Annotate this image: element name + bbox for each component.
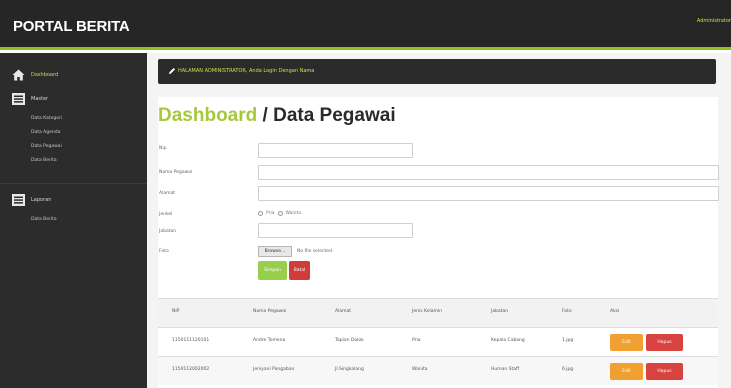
table-header-cell: NIP	[172, 309, 180, 314]
file-status: No file selected.	[297, 249, 334, 254]
table-header-cell: Aksi	[610, 309, 620, 314]
sidebar-subitem-data-kategori[interactable]: Data Kategori	[31, 116, 62, 121]
table-row: 1150112002002 Jeniyani Pangaban Jl.Singk…	[158, 356, 718, 385]
batal-button[interactable]: Batal	[289, 261, 310, 280]
sidebar-item-laporan[interactable]: Laporan	[0, 190, 147, 210]
table-cell: 1150111120101	[172, 338, 210, 343]
table-cell: Wanita	[412, 367, 428, 372]
browse-button[interactable]: Browse...	[258, 246, 292, 257]
radio-pria[interactable]	[258, 211, 263, 216]
table-cell: 1.jpg	[562, 338, 574, 343]
table-cell: Tapian Dolok	[335, 338, 364, 343]
sidebar-item-label: Dashboard	[31, 72, 59, 78]
table-header-cell: Jabatan	[491, 309, 509, 314]
table-header-cell: Nama Pegawai	[253, 309, 287, 314]
table-header-row: NIP Nama Pegawai Alamat Jenis Kelamin Ja…	[158, 298, 718, 327]
sidebar-item-master[interactable]: Master	[0, 89, 147, 109]
pegawai-table: NIP Nama Pegawai Alamat Jenis Kelamin Ja…	[158, 298, 718, 386]
breadcrumb-separator: /	[257, 105, 274, 126]
page-title: Dashboard / Data Pegawai	[158, 105, 396, 127]
jabatan-input[interactable]	[258, 223, 413, 238]
radio-wanita-label: Wanita	[285, 211, 302, 216]
label-nama-pegawai: Nama Pegawai	[159, 170, 193, 175]
label-jenkel: Jenkel	[159, 212, 173, 217]
label-jabatan: Jabatan	[159, 229, 177, 234]
sidebar-item-dashboard[interactable]: Dashboard	[0, 65, 147, 85]
sidebar-subitem-data-berita[interactable]: Data Berita	[31, 158, 57, 163]
sidebar-item-label: Laporan	[31, 197, 52, 203]
main-content: HALAMAN ADMINISTRATOR, Anda Login Dengan…	[147, 53, 731, 388]
sidebar-divider	[0, 183, 147, 184]
radio-wanita[interactable]	[277, 211, 283, 216]
sidebar-subitem-data-agenda[interactable]: Data Agenda	[31, 130, 60, 135]
admin-alert: HALAMAN ADMINISTRATOR, Anda Login Dengan…	[158, 59, 716, 84]
delete-button[interactable]: Hapus	[646, 334, 683, 351]
table-header-cell: Jenis Kelamin	[412, 309, 442, 314]
list-icon	[12, 194, 25, 206]
table-cell: 1150112002002	[172, 367, 210, 372]
sidebar-item-label: Master	[31, 96, 49, 102]
home-icon	[12, 69, 25, 81]
sidebar: Dashboard Master Data Kategori Data Agen…	[0, 53, 147, 388]
label-alamat: Alamat	[159, 191, 175, 196]
nama-pegawai-input[interactable]	[258, 165, 719, 180]
simpan-button[interactable]: Simpan	[258, 261, 287, 280]
nip-input[interactable]	[258, 143, 413, 158]
breadcrumb-dashboard-link[interactable]: Dashboard	[158, 105, 257, 126]
table-header-cell: Alamat	[335, 309, 351, 314]
table-cell: Human Staff	[491, 367, 520, 372]
breadcrumb-current: Data Pegawai	[273, 105, 396, 126]
sidebar-subitem-laporan-berita[interactable]: Data Berita	[31, 217, 57, 222]
edit-button[interactable]: Edit	[610, 334, 643, 351]
radio-pria-label: Pria	[266, 211, 275, 216]
delete-button[interactable]: Hapus	[646, 363, 683, 380]
sidebar-subitem-data-pegawai[interactable]: Data Pegawai	[31, 144, 62, 149]
edit-button[interactable]: Edit	[610, 363, 643, 380]
table-cell: Andre Tomena	[253, 338, 286, 343]
alert-text: HALAMAN ADMINISTRATOR, Anda Login Dengan…	[178, 68, 315, 74]
table-cell: Jl.Singkalang	[335, 367, 364, 372]
label-foto: Foto	[159, 249, 169, 254]
top-navbar: PORTAL BERITA Administrator	[0, 0, 731, 50]
user-menu[interactable]: Administrator	[697, 18, 731, 24]
table-cell: Jeniyani Pangaban	[253, 367, 295, 372]
brand-title[interactable]: PORTAL BERITA	[13, 18, 130, 35]
jenkel-radio-group: Pria Wanita	[258, 211, 301, 216]
table-cell: Kepala Cabang	[491, 338, 525, 343]
list-icon	[12, 93, 25, 105]
pencil-icon	[169, 68, 175, 74]
table-row: 1150111120101 Andre Tomena Tapian Dolok …	[158, 327, 718, 356]
table-cell: Pria	[412, 338, 421, 343]
alamat-input[interactable]	[258, 186, 719, 201]
table-header-cell: Foto	[562, 309, 572, 314]
label-nip: Nip	[159, 146, 167, 151]
table-cell: 6.jpg	[562, 367, 574, 372]
